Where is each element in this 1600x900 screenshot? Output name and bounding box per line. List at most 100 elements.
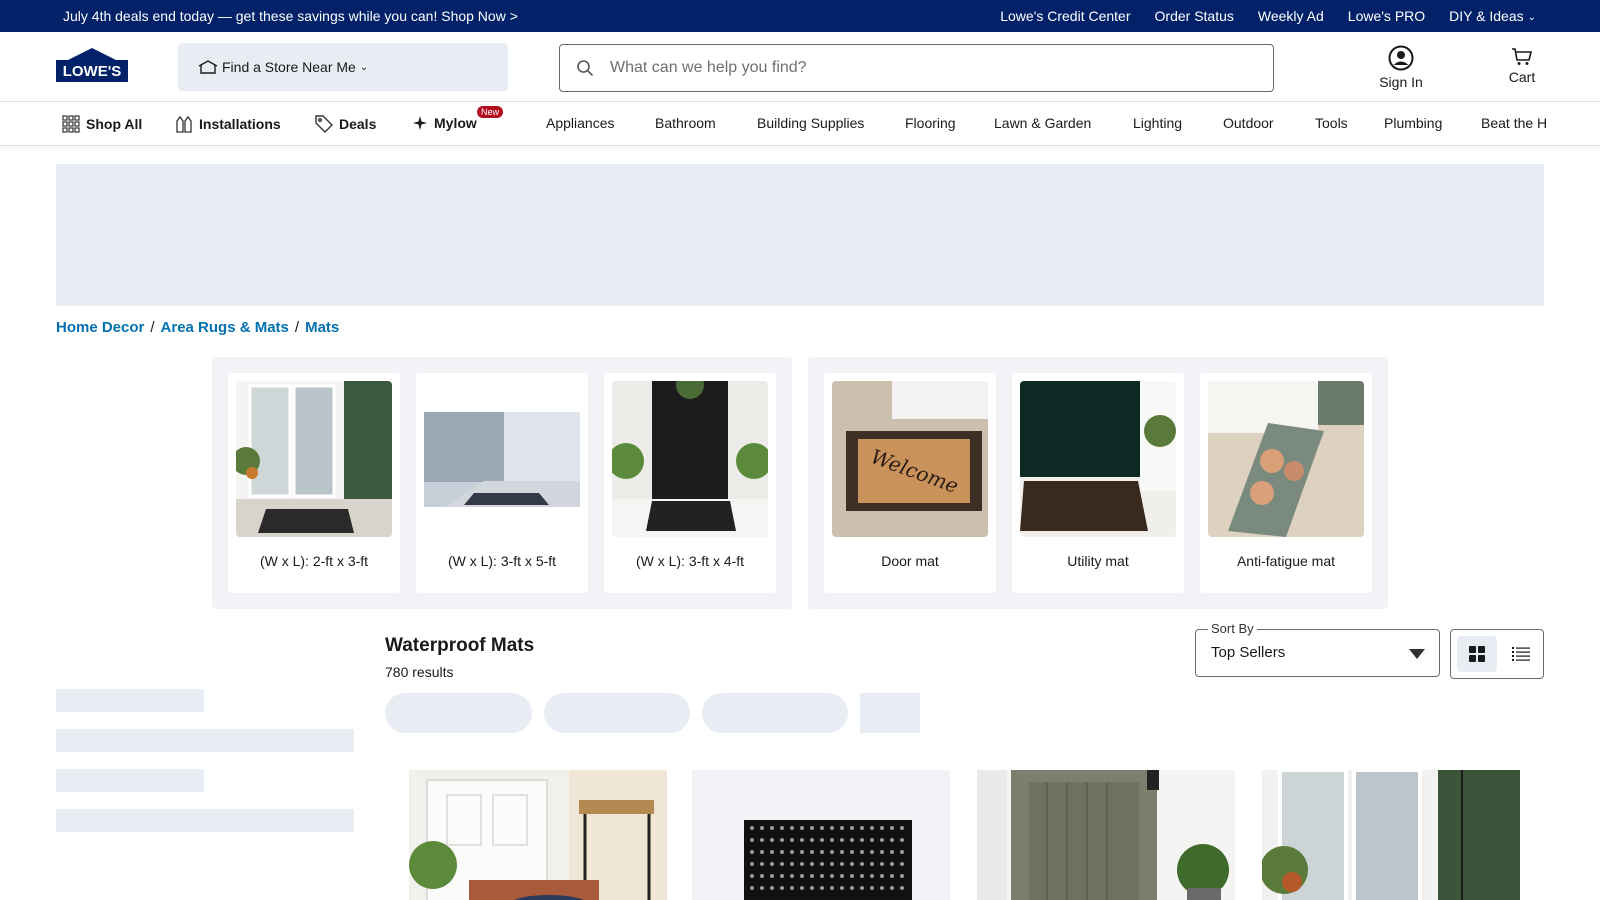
cart-label: Cart (1508, 69, 1536, 85)
filter-pill-skeleton (702, 693, 848, 733)
diy-ideas-menu[interactable]: DIY & Ideas ⌄ (1449, 8, 1536, 24)
diy-ideas-label: DIY & Ideas (1449, 8, 1524, 24)
credit-center-link[interactable]: Lowe's Credit Center (1000, 8, 1130, 24)
mat-photo (1020, 381, 1176, 537)
shop-all-button[interactable]: Shop All (62, 115, 142, 133)
deals-link[interactable]: Deals (315, 115, 376, 133)
nav-beat-the-heat[interactable]: Beat the H (1481, 115, 1547, 131)
sort-value: Top Sellers (1211, 644, 1286, 661)
filter-skeleton (56, 729, 354, 752)
product-image[interactable] (692, 770, 950, 900)
breadcrumb-separator: / (150, 319, 155, 336)
type-card-door-mat[interactable]: Welcome Door mat (824, 373, 996, 593)
chevron-down-icon: ⌄ (359, 61, 369, 73)
nav-lawn-garden[interactable]: Lawn & Garden (994, 115, 1091, 131)
weekly-ad-link[interactable]: Weekly Ad (1258, 8, 1324, 24)
pro-link[interactable]: Lowe's PRO (1348, 8, 1425, 24)
filter-skeleton (56, 809, 354, 832)
mat-photo (612, 381, 768, 537)
list-view-icon (1512, 647, 1530, 661)
filter-pill-skeleton (544, 693, 690, 733)
mylow-label: Mylow (434, 115, 477, 131)
size-card-2x3[interactable]: (W x L): 2-ft x 3-ft (228, 373, 400, 593)
account-icon (1388, 45, 1414, 71)
grid-view-button[interactable] (1457, 636, 1497, 672)
search-icon[interactable] (576, 59, 594, 77)
sort-legend: Sort By (1208, 621, 1257, 636)
mat-photo (1208, 381, 1364, 537)
type-card-label: Anti-fatigue mat (1236, 553, 1336, 569)
utility-links: Lowe's Credit Center Order Status Weekly… (1000, 8, 1536, 24)
size-card-3x5[interactable]: (W x L): 3-ft x 5-ft (416, 373, 588, 593)
mylow-link[interactable]: Mylow (412, 115, 477, 131)
promo-banner-placeholder (56, 164, 1544, 306)
search-bar (559, 44, 1274, 92)
lowes-logo[interactable]: LOWE'S (56, 48, 128, 82)
sign-in-label: Sign In (1379, 74, 1423, 90)
search-input[interactable] (610, 59, 1210, 77)
sparkle-icon (413, 116, 427, 130)
store-icon (198, 60, 218, 74)
filter-pill-skeleton (860, 693, 920, 733)
type-card-label: Door mat (881, 553, 939, 569)
size-card-label: (W x L): 3-ft x 5-ft (447, 553, 557, 569)
page-title: Waterproof Mats (385, 635, 535, 656)
site-header: LOWE'S Find a Store Near Me ⌄ Sign In Ca… (0, 32, 1600, 102)
type-card-anti-fatigue-mat[interactable]: Anti-fatigue mat (1200, 373, 1372, 593)
promo-link[interactable]: July 4th deals end today — get these sav… (63, 8, 518, 24)
mat-photo (236, 381, 392, 537)
size-card-3x4[interactable]: (W x L): 3-ft x 4-ft (604, 373, 776, 593)
size-filter-group: (W x L): 2-ft x 3-ft (W x L): 3-ft x 5-f… (212, 357, 792, 609)
find-store-label: Find a Store Near Me (222, 59, 356, 75)
shop-all-label: Shop All (86, 116, 143, 132)
nav-outdoor[interactable]: Outdoor (1223, 115, 1274, 131)
find-store-button[interactable]: Find a Store Near Me ⌄ (178, 43, 508, 91)
main-nav: Shop All Installations Deals Mylow New A… (0, 102, 1600, 146)
sign-in-button[interactable]: Sign In (1375, 45, 1427, 90)
nav-appliances[interactable]: Appliances (546, 115, 615, 131)
view-toggle (1450, 629, 1544, 679)
grid-view-icon (1469, 646, 1485, 662)
size-card-label: (W x L): 3-ft x 4-ft (635, 553, 745, 569)
breadcrumb-separator: / (294, 319, 300, 336)
sort-select[interactable]: Sort By Top Sellers (1195, 621, 1440, 677)
mat-photo: Welcome (832, 381, 988, 537)
caret-down-icon (1409, 649, 1425, 659)
installations-label: Installations (199, 116, 281, 132)
installations-link[interactable]: Installations (175, 115, 281, 133)
type-filter-group: Welcome Door mat Utility mat Anti-fatigu… (808, 357, 1388, 609)
new-badge: New (477, 106, 504, 118)
nav-building-supplies[interactable]: Building Supplies (757, 115, 864, 131)
breadcrumb-home-decor[interactable]: Home Decor (56, 319, 144, 336)
nav-bathroom[interactable]: Bathroom (655, 115, 716, 131)
promo-bar: July 4th deals end today — get these sav… (0, 0, 1600, 32)
list-view-button[interactable] (1501, 636, 1541, 672)
chevron-down-icon: ⌄ (1527, 12, 1536, 23)
product-image[interactable] (1262, 770, 1520, 900)
filter-pill-skeleton (385, 693, 532, 733)
cart-button[interactable]: Cart (1505, 48, 1539, 85)
order-status-link[interactable]: Order Status (1155, 8, 1234, 24)
installations-icon (176, 115, 192, 133)
breadcrumb: Home Decor / Area Rugs & Mats / Mats (56, 319, 339, 336)
nav-lighting[interactable]: Lighting (1133, 115, 1182, 131)
mat-photo (424, 381, 580, 537)
size-card-label: (W x L): 2-ft x 3-ft (259, 553, 369, 569)
nav-tools[interactable]: Tools (1315, 115, 1348, 131)
logo-text: LOWE'S (63, 63, 122, 80)
nav-flooring[interactable]: Flooring (905, 115, 956, 131)
filter-skeleton (56, 769, 204, 792)
grid-menu-icon (62, 115, 80, 133)
tag-icon (315, 115, 333, 133)
type-card-label: Utility mat (1067, 553, 1129, 569)
filter-skeleton (56, 689, 204, 712)
breadcrumb-mats[interactable]: Mats (305, 319, 339, 336)
product-image[interactable] (977, 770, 1235, 900)
cart-icon (1512, 48, 1533, 65)
type-card-utility-mat[interactable]: Utility mat (1012, 373, 1184, 593)
nav-plumbing[interactable]: Plumbing (1384, 115, 1442, 131)
deals-label: Deals (339, 116, 377, 132)
product-image[interactable] (409, 770, 667, 900)
breadcrumb-area-rugs[interactable]: Area Rugs & Mats (161, 319, 289, 336)
results-count: 780 results (385, 664, 454, 680)
